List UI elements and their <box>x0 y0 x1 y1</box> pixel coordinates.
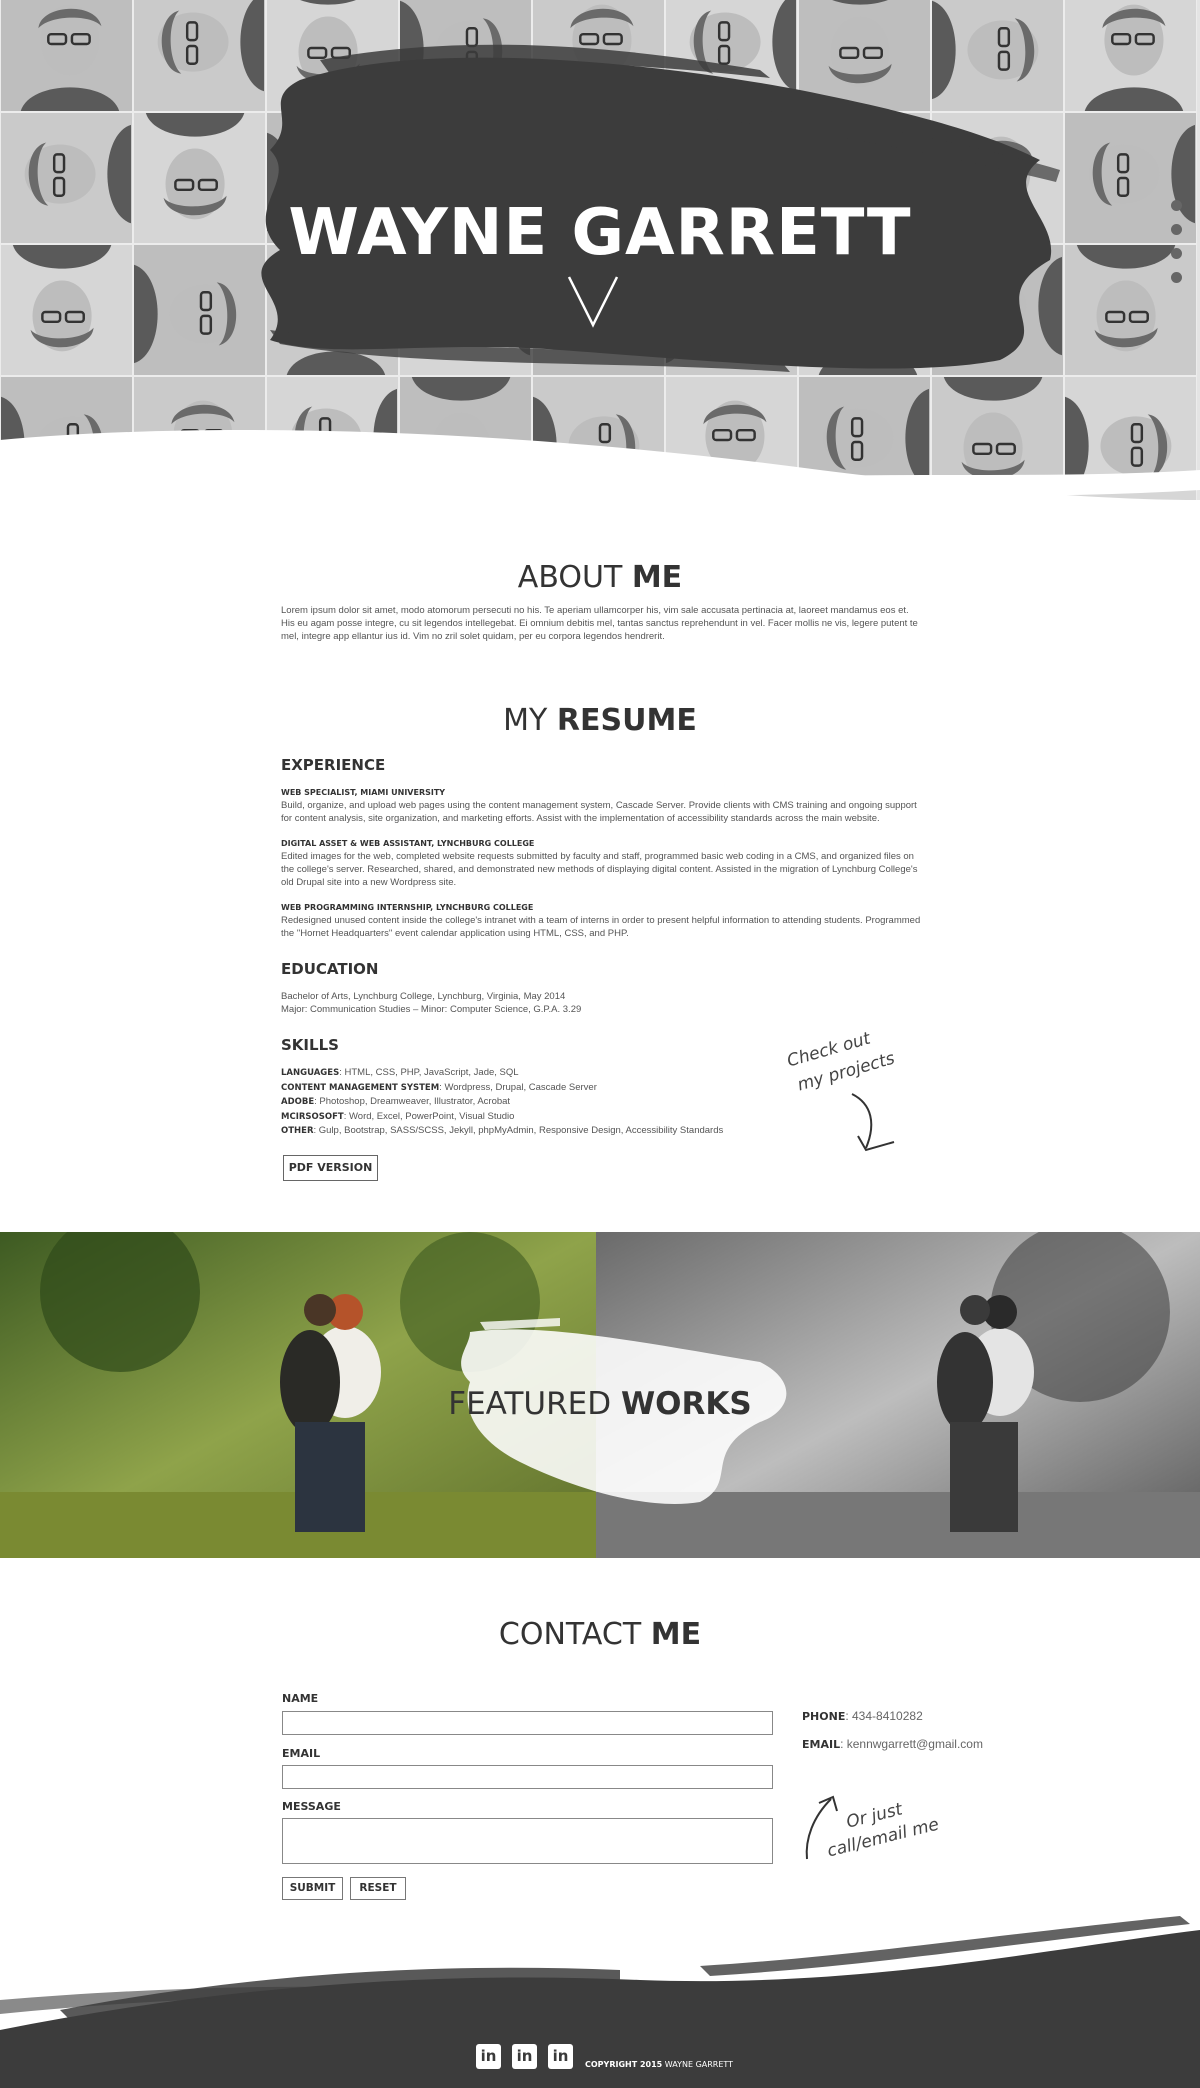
job-title: WEB PROGRAMMING INTERNSHIP, LYNCHBURG CO… <box>281 903 534 912</box>
skill-label: MCIRSOSOFT <box>281 1111 344 1122</box>
about-text: Lorem ipsum dolor sit amet, modo atomoru… <box>281 605 918 642</box>
skill-value: : Photoshop, Dreamweaver, Illustrator, A… <box>314 1096 511 1107</box>
experience-heading: EXPERIENCE <box>281 756 386 774</box>
copyright-year: COPYRIGHT 2015 <box>585 2060 663 2069</box>
job-description: Build, organize, and upload web pages us… <box>281 800 917 824</box>
skill-row: MCIRSOSOFT: Word, Excel, PowerPoint, Vis… <box>281 1110 921 1125</box>
name-input[interactable] <box>282 1711 773 1735</box>
contact-title: CONTACT ME <box>0 1617 1200 1652</box>
submit-button[interactable]: SUBMIT <box>282 1877 343 1900</box>
job-title: WEB SPECIALIST, MIAMI UNIVERSITY <box>281 788 446 797</box>
job-entry: WEB SPECIALIST, MIAMI UNIVERSITY Build, … <box>281 788 921 825</box>
name-label: NAME <box>282 1692 319 1705</box>
nav-dot[interactable] <box>1171 200 1182 211</box>
featured-title-light: FEATURED <box>448 1386 612 1422</box>
linkedin-icon[interactable]: in <box>512 2044 537 2069</box>
about-title: ABOUT ME <box>0 560 1200 595</box>
phone-info: PHONE: 434-8410282 <box>802 1709 923 1723</box>
featured-title: FEATURED WORKS <box>0 1386 1200 1422</box>
resume-title-bold: RESUME <box>556 703 697 738</box>
nav-dot[interactable] <box>1171 224 1182 235</box>
hero-section: WAYNE GARRETT <box>0 0 1200 570</box>
job-entry: DIGITAL ASSET & WEB ASSISTANT, LYNCHBURG… <box>281 839 921 889</box>
skill-label: LANGUAGES <box>281 1068 340 1078</box>
scroll-down-chevron-icon[interactable] <box>565 273 621 329</box>
linkedin-icon[interactable]: in <box>548 2044 573 2069</box>
linkedin-icon[interactable]: in <box>476 2044 501 2069</box>
resume-title: MY RESUME <box>0 703 1200 738</box>
arrow-down-icon <box>851 1093 895 1152</box>
reset-button[interactable]: RESET <box>350 1877 406 1900</box>
contact-title-bold: ME <box>650 1617 702 1652</box>
job-description: Redesigned unused content inside the col… <box>281 915 921 939</box>
email-input[interactable] <box>282 1765 773 1789</box>
job-description: Edited images for the web, completed web… <box>281 851 918 888</box>
skill-label: CONTENT MANAGEMENT SYSTEM <box>281 1082 440 1093</box>
skill-row: OTHER: Gulp, Bootstrap, SASS/SCSS, Jekyl… <box>281 1124 921 1139</box>
job-title: DIGITAL ASSET & WEB ASSISTANT, LYNCHBURG… <box>281 839 535 848</box>
skill-value: : HTML, CSS, PHP, JavaScript, Jade, SQL <box>339 1067 519 1078</box>
skill-label: ADOBE <box>281 1097 315 1107</box>
pdf-version-button[interactable]: PDF VERSION <box>283 1155 378 1181</box>
phone-value[interactable]: : 434-8410282 <box>845 1709 922 1723</box>
copyright-name: WAYNE GARRETT <box>662 2060 734 2069</box>
education-line: Major: Communication Studies – Minor: Co… <box>281 1004 582 1015</box>
message-label: MESSAGE <box>282 1800 341 1813</box>
email-info: EMAIL: kennwgarrett@gmail.com <box>802 1737 983 1751</box>
copyright-text: COPYRIGHT 2015 WAYNE GARRETT <box>585 2060 733 2069</box>
education-heading: EDUCATION <box>281 960 379 978</box>
skill-value: : Gulp, Bootstrap, SASS/SCSS, Jekyll, ph… <box>313 1125 724 1136</box>
skill-label: OTHER <box>281 1126 314 1136</box>
message-textarea[interactable] <box>282 1818 773 1864</box>
education-line: Bachelor of Arts, Lynchburg College, Lyn… <box>281 991 566 1002</box>
contact-title-light: CONTACT <box>498 1617 642 1652</box>
email-info-value[interactable]: : kennwgarrett@gmail.com <box>840 1737 983 1751</box>
hero-name: WAYNE GARRETT <box>288 196 912 270</box>
nav-dot[interactable] <box>1171 248 1182 259</box>
email-info-label: EMAIL <box>802 1738 841 1751</box>
about-title-light: ABOUT <box>517 560 623 595</box>
skill-value: : Wordpress, Drupal, Cascade Server <box>439 1081 597 1093</box>
email-label: EMAIL <box>282 1747 321 1760</box>
skill-row: ADOBE: Photoshop, Dreamweaver, Illustrat… <box>281 1095 921 1110</box>
phone-label: PHONE <box>802 1710 846 1723</box>
about-title-bold: ME <box>631 560 683 595</box>
page-nav-dots <box>1171 200 1183 296</box>
nav-dot[interactable] <box>1171 272 1182 283</box>
featured-title-bold: WORKS <box>620 1386 752 1422</box>
job-entry: WEB PROGRAMMING INTERNSHIP, LYNCHBURG CO… <box>281 903 921 940</box>
skill-value: : Word, Excel, PowerPoint, Visual Studio <box>343 1110 515 1122</box>
resume-title-light: MY <box>503 703 548 738</box>
